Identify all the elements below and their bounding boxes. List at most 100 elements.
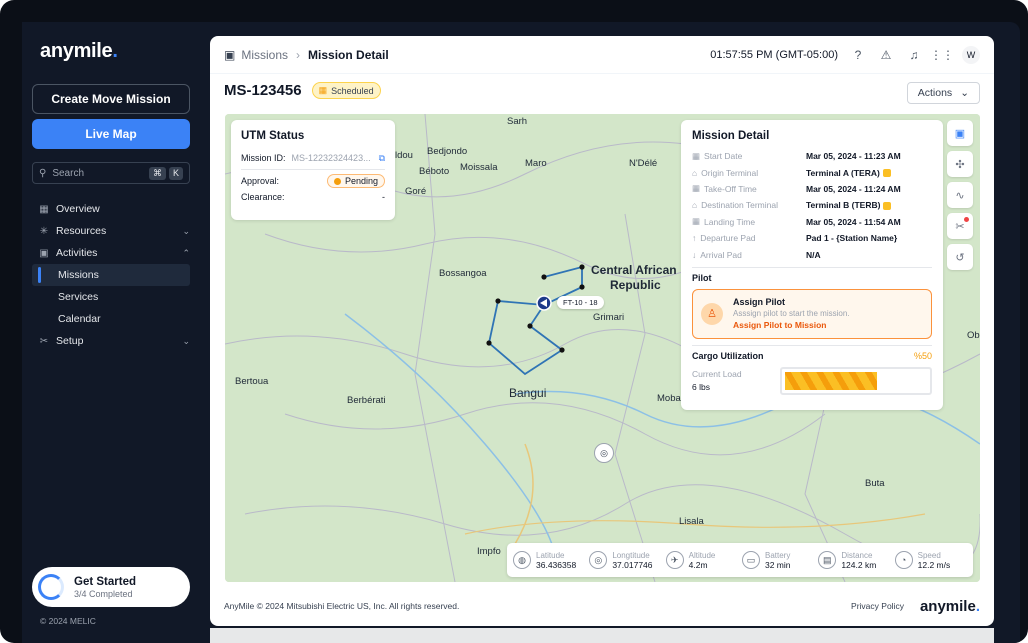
cargo-percentage: %50 [913,350,932,361]
telemetry-value: 4.2m [688,559,708,570]
sidebar-item-label: Missions [58,269,99,281]
sidebar-item-overview[interactable]: ▦ Overview [32,198,190,220]
telemetry-label: Distance [841,550,873,560]
map-place-berberati: Berbérati [347,395,386,406]
actions-dropdown[interactable]: Actions ⌄ [906,82,980,104]
telemetry-value: 36.436358 [536,559,577,570]
utm-approval-label: Approval: [241,176,280,186]
assign-pilot-box[interactable]: ♙ Assign Pilot Asssign pilot to start th… [692,288,932,339]
route-icon[interactable]: ∿ [947,182,973,208]
mission-map[interactable]: Sarh Bedjondo Moissala Maro N'Délé ldou … [225,114,980,582]
live-map-button[interactable]: Live Map [32,119,190,149]
sidebar-item-services[interactable]: Services [32,286,190,308]
breadcrumb-parent[interactable]: Missions [241,48,288,62]
help-icon[interactable]: ? [850,47,866,63]
background-page-strip [210,628,994,643]
target-marker-icon[interactable]: ◎ [594,443,614,463]
detail-value: N/A [806,249,821,260]
sidebar-item-activities[interactable]: ▣ Activities ⌃ [32,242,190,264]
avatar[interactable]: W [962,45,980,64]
current-load-row: Current Load 6 lbs [692,366,932,395]
detail-label: Destination Terminal [701,200,778,211]
calendar-tag-icon [883,202,892,211]
sidebar-nav: ▦ Overview ✳ Resources ⌄ ▣ Activities ⌃ … [32,198,190,352]
assign-pilot-description: Asssign pilot to start the mission. [733,309,850,319]
map-place-maro: Maro [525,158,547,169]
create-move-mission-button[interactable]: Create Move Mission [32,84,190,114]
search-shortcut: ⌘ K [148,166,183,180]
detail-value: Mar 05, 2024 - 11:54 AM [806,216,901,227]
bell-icon[interactable]: ♫ [906,47,922,63]
tools-icon: ✂ [39,335,49,347]
utm-approval-row: Approval: Pending [241,173,385,189]
get-started-button[interactable]: Get Started 3/4 Completed [32,567,190,607]
speed-icon: ◔ [894,551,913,569]
detail-title: Mission Detail [692,130,770,142]
arrow-down-icon: ↓ [692,249,697,260]
sidebar-item-label: Resources [56,225,107,237]
sidebar-item-setup[interactable]: ✂ Setup ⌄ [32,330,190,352]
footer: AnyMile © 2024 Mitsubishi Electric US, I… [210,586,994,626]
flight-label[interactable]: FT-10 - 18 [557,296,604,309]
assign-pilot-link[interactable]: Assign Pilot to Mission [733,320,850,330]
pilot-icon: ♙ [701,302,723,325]
detail-label: Origin Terminal [701,167,759,178]
detail-row-departure-pad: ↑ Departure Pad Pad 1 - {Station Name} [692,230,932,246]
footer-logo-text: anymile [919,597,976,615]
chevron-down-icon: ⌄ [182,335,190,346]
detail-row-origin-terminal: ⌂ Origin Terminal Terminal A (TERA) [692,164,932,180]
detail-label: Take-Off Time [704,183,757,194]
topbar: ▣ Missions › Mission Detail 01:57:55 PM … [210,36,994,74]
topbar-actions: 01:57:55 PM (GMT-05:00) ? ⚠ ♫ ⋮⋮ W [710,45,980,64]
detail-value: Pad 1 - {Station Name} [806,233,898,244]
warning-icon[interactable]: ⚠ [878,47,894,63]
globe-icon: ◍ [513,551,531,569]
sidebar-item-calendar[interactable]: Calendar [32,308,190,330]
chevron-down-icon: ⌄ [182,225,190,236]
detail-row-destination-terminal: ⌂ Destination Terminal Terminal B (TERB) [692,197,932,213]
logo-text: anymile [40,40,113,62]
copy-icon[interactable]: ⧉ [379,153,385,164]
terminal-icon: ⌂ [692,200,698,211]
detail-row-takeoff-time: ▦ Take-Off Time Mar 05, 2024 - 11:24 AM [692,181,932,197]
clipboard-icon: ▣ [39,247,49,259]
cargo-title: Cargo Utilization [692,350,764,361]
pilot-section-title: Pilot [692,266,932,283]
search-input[interactable]: ⚲ Search ⌘ K [32,162,190,184]
utm-mission-id-row: Mission ID: MS-12232324423... ⧉ [241,150,385,166]
sidebar-item-label: Activities [56,247,98,259]
mission-detail-card: Mission Detail ▦ Start Date Mar 05, 2024 … [681,120,943,410]
chevron-down-icon: ⌄ [960,87,969,99]
calendar-icon: ▦ [318,85,328,95]
approval-status-badge: Pending [326,174,385,188]
detail-label: Start Date [704,151,743,162]
apps-grid-icon[interactable]: ⋮⋮ [930,47,954,63]
map-place-ob: Ob [967,330,980,341]
telemetry-speed: ◔ Speed 12.2 m/s [894,551,967,570]
telemetry-value: 12.2 m/s [917,559,951,570]
drone-icon[interactable]: ✣ [947,151,973,177]
sun-icon: ✳ [39,225,49,237]
search-icon: ⚲ [39,167,47,179]
privacy-policy-link[interactable]: Privacy Policy [851,601,904,611]
utm-clearance-label: Clearance: [241,192,285,202]
sidebar-copyright: © 2024 MELIC [40,616,96,626]
utm-clearance-value: - [382,192,385,202]
sidebar-item-missions[interactable]: Missions [32,264,190,286]
utm-clearance-row: Clearance: - [241,189,385,205]
calendar-tag-icon [882,169,891,178]
terminal-icon: ⌂ [692,167,698,178]
calendar-icon: ▦ [692,216,701,227]
clipboard-check-icon[interactable]: ▣ [947,120,973,146]
status-badge: ▦ Scheduled [311,82,381,99]
assign-pilot-title: Assign Pilot [733,297,786,308]
get-started-progress: 3/4 Completed [74,588,133,599]
map-place-bedjondo: Bedjondo [427,146,468,157]
arrow-up-icon: ↑ [692,233,697,244]
logo: anymile. [40,40,118,62]
detail-label: Departure Pad [700,233,756,244]
history-icon[interactable]: ↺ [947,244,973,270]
tools-alert-icon[interactable]: ✂ [947,213,973,239]
chevron-up-icon: ⌃ [182,247,190,258]
sidebar-item-resources[interactable]: ✳ Resources ⌄ [32,220,190,242]
